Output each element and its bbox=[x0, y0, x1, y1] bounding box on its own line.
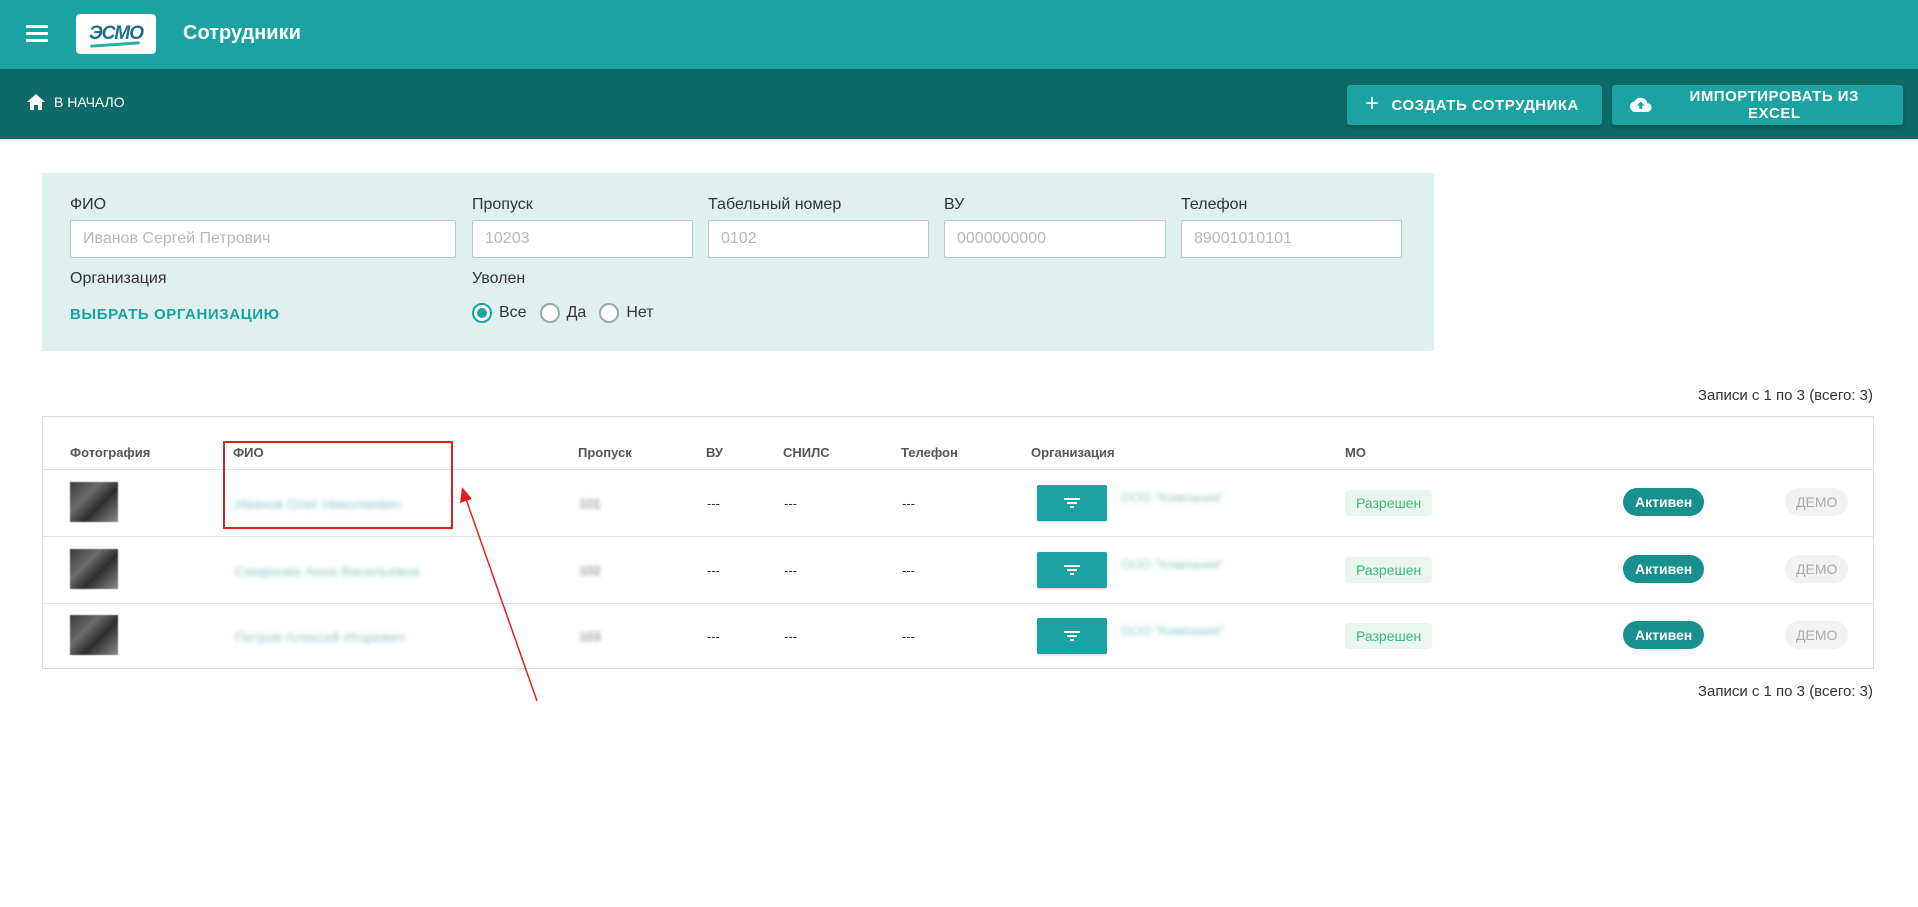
fired-radio-all-label: Все bbox=[499, 304, 527, 321]
import-excel-button[interactable]: ИМПОРТИРОВАТЬ ИЗ EXCEL bbox=[1612, 85, 1903, 125]
create-employee-button[interactable]: + СОЗДАТЬ СОТРУДНИКА bbox=[1347, 85, 1602, 125]
vu-input[interactable] bbox=[944, 220, 1166, 258]
organization-label: Организация bbox=[70, 270, 167, 287]
employee-phone: --- bbox=[902, 563, 915, 578]
column-header-photo: Фотография bbox=[70, 445, 151, 460]
mo-status-badge: Разрешен bbox=[1345, 623, 1433, 649]
demo-button[interactable]: ДЕМО bbox=[1785, 488, 1849, 516]
vu-label: ВУ bbox=[944, 196, 965, 213]
table-row[interactable]: Смирнова Анна Васильевна 102 --- --- ---… bbox=[43, 537, 1873, 604]
employee-organization: ООО "Компания" bbox=[1121, 490, 1224, 505]
employee-photo bbox=[70, 615, 118, 655]
annotation-highlight-box bbox=[223, 441, 453, 529]
records-info-bottom: Записи с 1 по 3 (всего: 3) bbox=[1697, 683, 1873, 700]
employee-photo bbox=[70, 549, 118, 589]
employee-organization: ООО "Компания" bbox=[1121, 623, 1224, 638]
employee-organization: ООО "Компания" bbox=[1121, 557, 1224, 572]
column-header-mo[interactable]: МО bbox=[1345, 445, 1366, 460]
employee-phone: --- bbox=[902, 629, 915, 644]
import-excel-label: ИМПОРТИРОВАТЬ ИЗ EXCEL bbox=[1689, 88, 1859, 122]
organization-filter-button[interactable] bbox=[1037, 485, 1107, 521]
fio-label: ФИО bbox=[70, 196, 107, 213]
column-header-organization[interactable]: Организация bbox=[1031, 445, 1115, 460]
employee-name-link[interactable]: Петров Алексей Игоревич bbox=[235, 629, 405, 645]
filter-icon bbox=[1064, 629, 1080, 643]
tab-number-input[interactable] bbox=[708, 220, 929, 258]
pass-input[interactable] bbox=[472, 220, 693, 258]
fired-radio-yes-label: Да bbox=[566, 304, 587, 321]
column-header-pass[interactable]: Пропуск bbox=[578, 445, 632, 460]
employee-snils: --- bbox=[784, 496, 797, 511]
employee-snils: --- bbox=[784, 629, 797, 644]
toolbar: В НАЧАЛО + СОЗДАТЬ СОТРУДНИКА ИМПОРТИРОВ… bbox=[0, 69, 1918, 139]
column-header-vu[interactable]: ВУ bbox=[706, 445, 723, 460]
filter-panel: ФИО Пропуск Табельный номер ВУ Телефон О… bbox=[42, 173, 1434, 351]
fired-radio-yes[interactable]: Да bbox=[539, 303, 587, 323]
create-employee-label: СОЗДАТЬ СОТРУДНИКА bbox=[1391, 96, 1579, 114]
employee-phone: --- bbox=[902, 496, 915, 511]
phone-label: Телефон bbox=[1181, 196, 1248, 213]
fired-radio-no-label: Нет bbox=[626, 304, 654, 321]
page-title: Сотрудники bbox=[183, 22, 301, 44]
organization-filter-button[interactable] bbox=[1037, 552, 1107, 588]
mo-status-badge: Разрешен bbox=[1345, 490, 1433, 516]
app-bar: ЭСМО Сотрудники bbox=[0, 0, 1918, 69]
employee-vu: --- bbox=[707, 563, 720, 578]
fired-radio-all[interactable]: Все bbox=[472, 303, 527, 323]
home-link[interactable]: В НАЧАЛО bbox=[26, 93, 125, 111]
active-status-button[interactable]: Активен bbox=[1623, 488, 1705, 516]
select-organization-link[interactable]: ВЫБРАТЬ ОРГАНИЗАЦИЮ bbox=[70, 306, 280, 323]
table-row[interactable]: Петров Алексей Игоревич 103 --- --- --- … bbox=[43, 603, 1873, 670]
employee-pass: 102 bbox=[579, 563, 601, 578]
plus-icon: + bbox=[1365, 90, 1380, 117]
menu-icon[interactable] bbox=[26, 25, 48, 43]
employee-vu: --- bbox=[707, 496, 720, 511]
employee-name-link[interactable]: Смирнова Анна Васильевна bbox=[235, 563, 419, 579]
fired-radio-group: Все Да Нет bbox=[472, 303, 667, 323]
radio-unchecked-icon bbox=[539, 303, 560, 323]
column-header-snils[interactable]: СНИЛС bbox=[783, 445, 830, 460]
pass-label: Пропуск bbox=[472, 196, 533, 213]
filter-icon bbox=[1064, 563, 1080, 577]
cloud-upload-icon bbox=[1630, 97, 1652, 113]
home-link-label: В НАЧАЛО bbox=[54, 94, 125, 110]
fired-label: Уволен bbox=[472, 270, 526, 287]
fired-radio-no[interactable]: Нет bbox=[599, 303, 654, 323]
tab-number-label: Табельный номер bbox=[708, 196, 842, 213]
active-status-button[interactable]: Активен bbox=[1623, 621, 1705, 649]
employee-pass: 101 bbox=[579, 496, 601, 511]
organization-filter-button[interactable] bbox=[1037, 618, 1107, 654]
active-status-button[interactable]: Активен bbox=[1623, 555, 1705, 583]
employee-photo bbox=[70, 482, 118, 522]
radio-checked-icon bbox=[472, 303, 492, 323]
phone-input[interactable] bbox=[1181, 220, 1402, 258]
employee-pass: 103 bbox=[579, 629, 601, 644]
logo[interactable]: ЭСМО bbox=[76, 14, 156, 54]
demo-button[interactable]: ДЕМО bbox=[1785, 555, 1849, 583]
mo-status-badge: Разрешен bbox=[1345, 557, 1433, 583]
column-header-phone[interactable]: Телефон bbox=[901, 445, 958, 460]
employee-vu: --- bbox=[707, 629, 720, 644]
employee-snils: --- bbox=[784, 563, 797, 578]
filter-icon bbox=[1064, 496, 1080, 510]
records-info-top: Записи с 1 по 3 (всего: 3) bbox=[1697, 387, 1873, 404]
fio-input[interactable] bbox=[70, 220, 456, 258]
demo-button[interactable]: ДЕМО bbox=[1785, 621, 1849, 649]
radio-unchecked-icon bbox=[599, 303, 620, 323]
home-icon bbox=[27, 94, 45, 110]
